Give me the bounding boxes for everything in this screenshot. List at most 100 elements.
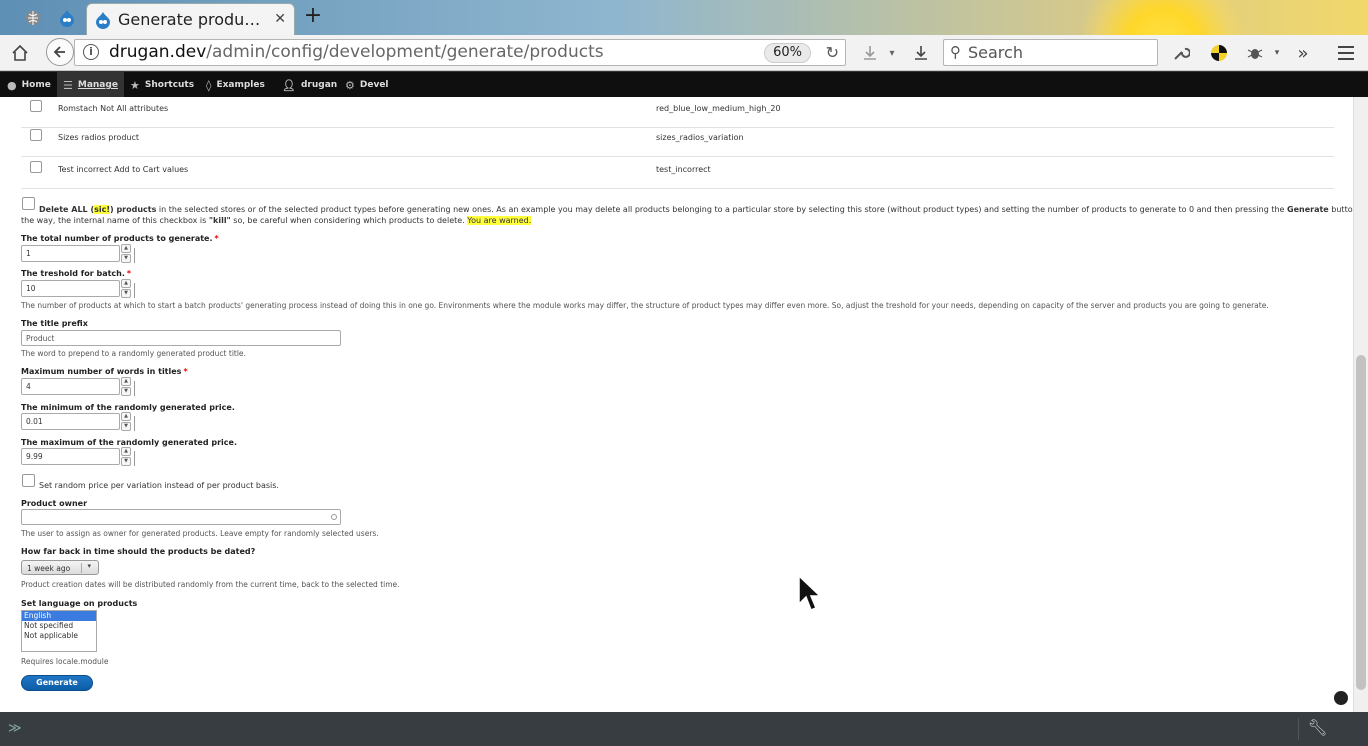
product-variation: sizes_radios_variation (656, 133, 744, 142)
drupal-drop-icon: ● (7, 78, 17, 92)
back-button[interactable] (46, 38, 74, 66)
product-owner-label: Product owner (21, 499, 88, 508)
toolbar-item-manage[interactable]: ☰ Manage (57, 72, 124, 98)
total-products-input[interactable]: 1 ▲ ▼ (21, 244, 135, 263)
product-owner-input[interactable] (21, 509, 341, 525)
sic-highlight: sic! (94, 205, 111, 214)
spin-down-icon[interactable]: ▼ (121, 387, 131, 396)
reload-icon[interactable]: ↻ (826, 43, 839, 62)
max-words-input[interactable]: 4 ▲ ▼ (21, 377, 135, 396)
extension-dropdown-icon[interactable]: ▾ (1265, 41, 1289, 65)
hamburger-icon (1338, 46, 1354, 60)
toolbar-item-shortcuts[interactable]: ★ Shortcuts (130, 72, 194, 98)
max-price-label: The maximum of the randomly generated pr… (21, 438, 237, 447)
title-prefix-input[interactable]: Product (21, 330, 341, 346)
product-name: Romstach Not All attributes (58, 104, 169, 113)
toolbar-label: drugan (300, 80, 338, 90)
spin-up-icon[interactable]: ▲ (121, 412, 131, 421)
language-listbox[interactable]: English Not specified Not applicable (21, 610, 97, 652)
info-icon[interactable]: i (83, 44, 99, 60)
toolbar-item-examples[interactable]: ◊ Examples (206, 72, 265, 98)
spin-up-icon[interactable]: ▲ (121, 244, 131, 253)
language-option[interactable]: Not specified (22, 621, 96, 631)
delete-all-label: Delete ALL (sic!) products in the select… (39, 205, 1353, 214)
spin-up-icon[interactable]: ▲ (121, 279, 131, 288)
product-owner-description: The user to assign as owner for generate… (21, 529, 379, 538)
download-history-button[interactable] (858, 41, 882, 65)
number-spinner[interactable]: ▲ ▼ (121, 377, 136, 397)
title-prefix-description: The word to prepend to a randomly genera… (21, 349, 246, 358)
threshold-label: The treshold for batch. * (21, 269, 132, 278)
crash-test-button[interactable] (1207, 41, 1231, 65)
language-label: Set language on products (21, 599, 138, 608)
scrollbar-thumb[interactable] (1356, 355, 1366, 690)
search-icon: ⚲ (950, 43, 961, 61)
pinned-tab-globe[interactable] (18, 4, 48, 31)
toolbar-label: Manage (77, 80, 118, 90)
search-bar[interactable]: ⚲ Search (943, 39, 1158, 66)
language-option[interactable]: English (22, 611, 96, 621)
home-icon (12, 44, 28, 61)
back-arrow-icon (53, 46, 65, 58)
bug-icon (1247, 49, 1263, 59)
browser-tab-bar: Generate product… ✕ + (0, 0, 1368, 130)
extension-button[interactable] (1243, 41, 1267, 65)
table-row: Test incorrect Add to Cart values test_i… (21, 157, 1334, 189)
number-spinner[interactable]: ▲ ▼ (121, 447, 136, 467)
overflow-chevron-icon[interactable]: » (1291, 41, 1315, 65)
navigation-toolbar: i drugan.dev/admin/config/development/ge… (0, 35, 1368, 71)
delete-all-checkbox[interactable] (22, 197, 35, 210)
spin-down-icon[interactable]: ▼ (121, 289, 131, 298)
mouse-cursor-icon (798, 574, 822, 617)
pinned-tab-drupal[interactable] (52, 4, 82, 31)
chevron-down-icon: ▾ (87, 562, 91, 570)
home-button[interactable] (8, 41, 32, 65)
max-words-label: Maximum number of words in titles * (21, 367, 188, 376)
row-checkbox[interactable] (30, 161, 42, 173)
language-option[interactable]: Not applicable (22, 631, 96, 641)
toolbar-label: Home (21, 80, 51, 90)
zoom-indicator[interactable]: 60% (764, 43, 811, 63)
dated-select[interactable]: 1 week ago ▾ (21, 560, 99, 575)
downloads-button[interactable] (909, 41, 933, 65)
developer-tools-button[interactable] (1169, 41, 1193, 65)
drupal-drop-icon (60, 9, 74, 27)
page-scrollbar[interactable] (1353, 97, 1368, 712)
generate-button[interactable]: Generate (21, 675, 93, 691)
spin-up-icon[interactable]: ▲ (121, 377, 131, 386)
dropdown-arrow-icon[interactable]: ▾ (880, 41, 904, 65)
globe-icon (26, 10, 40, 25)
min-price-label: The minimum of the randomly generated pr… (21, 403, 235, 412)
spin-down-icon[interactable]: ▼ (121, 422, 131, 431)
number-spinner[interactable]: ▲ ▼ (121, 412, 136, 432)
toolbar-item-home[interactable]: ● Home (7, 72, 51, 98)
row-checkbox[interactable] (30, 129, 42, 141)
toolbar-item-devel[interactable]: ⚙ Devel (345, 72, 389, 98)
close-tab-icon[interactable]: ✕ (274, 11, 286, 27)
toolbar-item-user[interactable]: 👤︎ drugan (282, 72, 337, 98)
url-bar[interactable]: i drugan.dev/admin/config/development/ge… (74, 39, 846, 66)
wrench-icon[interactable]: 🔧︎ (1298, 718, 1336, 740)
spin-up-icon[interactable]: ▲ (121, 447, 131, 456)
menu-button[interactable] (1334, 41, 1358, 65)
row-checkbox[interactable] (30, 100, 42, 112)
spin-down-icon[interactable]: ▼ (121, 254, 131, 263)
max-price-input[interactable]: 9.99 ▲ ▼ (21, 447, 135, 466)
table-row: Romstach Not All attributes red_blue_low… (21, 97, 1334, 128)
number-spinner[interactable]: ▲ ▼ (121, 279, 136, 299)
expand-chevron-icon[interactable]: ≫ (8, 721, 22, 736)
devel-icon[interactable] (1334, 691, 1348, 705)
drop-icon: ◊ (206, 78, 212, 92)
new-tab-button[interactable]: + (301, 5, 325, 29)
page-content: Romstach Not All attributes red_blue_low… (0, 97, 1353, 712)
required-marker: * (126, 269, 132, 278)
tab-generate-products[interactable]: Generate product… ✕ (86, 3, 295, 35)
min-price-input[interactable]: 0.01 ▲ ▼ (21, 412, 135, 431)
spin-down-icon[interactable]: ▼ (121, 457, 131, 466)
threshold-input[interactable]: 10 ▲ ▼ (21, 279, 135, 298)
product-name: Test incorrect Add to Cart values (58, 165, 189, 174)
random-price-checkbox[interactable] (22, 474, 35, 487)
number-spinner[interactable]: ▲ ▼ (121, 244, 136, 264)
tab-title: Generate product… (118, 10, 268, 29)
toolbar-label: Devel (359, 80, 389, 90)
